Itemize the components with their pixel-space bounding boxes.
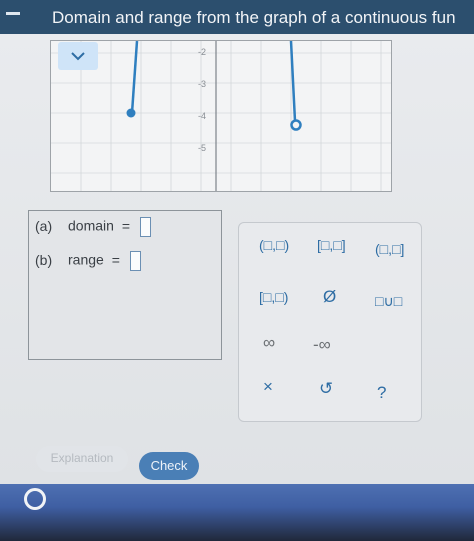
- taskbar: [0, 484, 474, 541]
- start-circle-icon[interactable]: [24, 488, 46, 510]
- open-endpoint: [290, 119, 302, 131]
- equals-sign: =: [121, 217, 131, 234]
- y-tick-label: -4: [198, 111, 206, 121]
- negative-infinity-button[interactable]: -∞: [313, 335, 331, 355]
- undo-icon[interactable]: ↺: [319, 379, 333, 399]
- domain-label: domain: [68, 217, 114, 234]
- math-palette: (□,□) [□,□] (□,□] [□,□) Ø □∪□ ∞ -∞ × ↺ ?: [238, 222, 422, 422]
- page-title: Domain and range from the graph of a con…: [52, 8, 456, 27]
- open-closed-interval-button[interactable]: (□,□]: [375, 241, 404, 257]
- title-bar: Domain and range from the graph of a con…: [0, 0, 474, 34]
- y-tick-label: -2: [198, 47, 206, 57]
- check-button[interactable]: Check: [139, 452, 199, 480]
- y-tick-label: -3: [198, 79, 206, 89]
- y-tick-label: -5: [198, 143, 206, 153]
- union-button[interactable]: □∪□: [375, 293, 402, 310]
- explanation-button[interactable]: Explanation: [36, 446, 128, 472]
- grid-lines: [51, 41, 391, 191]
- closed-open-interval-button[interactable]: [□,□): [259, 289, 288, 305]
- closed-endpoint: [126, 108, 136, 118]
- graph-line-left: [130, 41, 139, 114]
- answer-panel: (a) domain = (b) range =: [28, 210, 222, 360]
- graph-panel: -2 -3 -4 -5: [50, 40, 392, 192]
- infinity-button[interactable]: ∞: [263, 333, 275, 353]
- clear-icon[interactable]: ×: [263, 377, 273, 397]
- part-a-label: (a): [35, 217, 53, 234]
- closed-closed-interval-button[interactable]: [□,□]: [317, 237, 346, 253]
- range-row: (b) range =: [35, 251, 141, 271]
- graph-svg: -2 -3 -4 -5: [51, 41, 391, 191]
- range-label: range: [68, 251, 104, 268]
- range-input[interactable]: [129, 251, 141, 271]
- open-open-interval-button[interactable]: (□,□): [259, 237, 289, 253]
- collapse-graph-button[interactable]: [58, 42, 98, 70]
- empty-set-button[interactable]: Ø: [323, 287, 336, 307]
- domain-input[interactable]: [139, 217, 151, 237]
- chevron-down-icon: [71, 51, 85, 60]
- help-icon[interactable]: ?: [377, 383, 386, 403]
- part-b-label: (b): [35, 251, 53, 268]
- domain-row: (a) domain =: [35, 217, 151, 237]
- menu-dash-icon[interactable]: [6, 12, 20, 15]
- equals-sign: =: [111, 251, 120, 268]
